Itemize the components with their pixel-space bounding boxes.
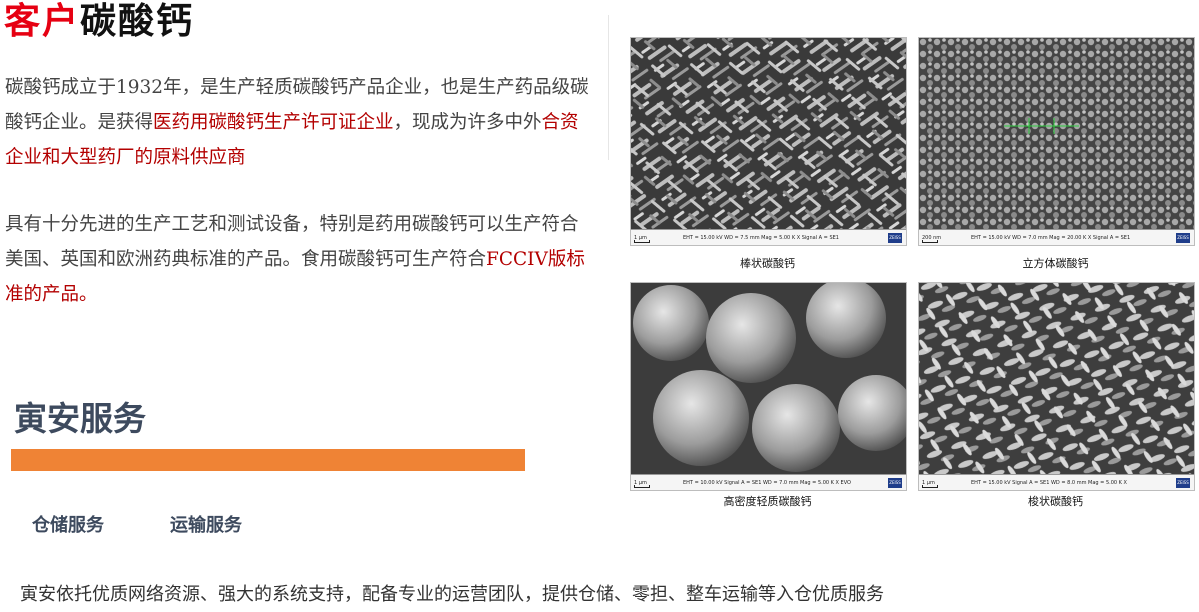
services-description: 寅安依托优质网络资源、强大的系统支持，配备专业的运营团队，提供仓储、零担、整车运…: [20, 584, 884, 605]
tab-warehousing[interactable]: 仓储服务: [32, 513, 104, 539]
intro-highlight: 医药用碳酸钙生产许可证企业: [153, 112, 394, 133]
zeiss-logo-icon: ZEISS: [1176, 233, 1190, 243]
sem-metadata: EHT = 15.00 kV WD = 7.5 mm Mag = 5.00 K …: [683, 235, 839, 241]
sem-info-bar: 1 μm EHT = 15.00 kV Signal A = SE1 WD = 8…: [919, 474, 1194, 490]
tab-transport[interactable]: 运输服务: [170, 513, 242, 539]
zeiss-logo-icon: ZEISS: [1176, 478, 1190, 488]
sem-metadata: EHT = 15.00 kV Signal A = SE1 WD = 8.0 m…: [971, 480, 1127, 486]
sem-metadata: EHT = 10.00 kV Signal A = SE1 WD = 7.0 m…: [683, 480, 851, 486]
caption-rod: 棒状碳酸钙: [740, 257, 795, 270]
services-accent-bar: [11, 449, 525, 471]
scale-label: 1 μm: [634, 230, 650, 245]
scale-label: 1 μm: [922, 475, 938, 490]
intro-text: 具有十分先进的生产工艺和测试设备，特别是: [5, 214, 376, 235]
intro-paragraph-2: 具有十分先进的生产工艺和测试设备，特别是药用碳酸钙可以生产符合美国、英国和欧洲药…: [5, 207, 590, 312]
intro-text: 药用碳酸钙: [375, 214, 468, 235]
caption-cubic: 立方体碳酸钙: [1022, 257, 1089, 270]
sem-info-bar: 1 μm EHT = 15.00 kV WD = 7.5 mm Mag = 5.0…: [631, 229, 906, 245]
micrograph-rod: 1 μm EHT = 15.00 kV WD = 7.5 mm Mag = 5.0…: [630, 37, 907, 246]
intro-paragraph-1: 碳酸钙成立于1932年，是生产轻质碳酸钙产品企业，也是生产药品级碳酸钙企业。是获…: [5, 70, 590, 175]
micrograph-cubic: 200 nm EHT = 15.00 kV WD = 7.0 mm Mag = 2…: [918, 37, 1195, 246]
sem-metadata: EHT = 15.00 kV WD = 7.0 mm Mag = 20.00 K…: [971, 235, 1131, 241]
sem-texture-aggregates: [631, 283, 906, 474]
sem-info-bar: 200 nm EHT = 15.00 kV WD = 7.0 mm Mag = 2…: [919, 229, 1194, 245]
column-divider: [608, 15, 609, 160]
zeiss-logo-icon: ZEISS: [888, 233, 902, 243]
scale-label: 1 μm: [634, 475, 650, 490]
caption-spindle: 梭状碳酸钙: [1028, 495, 1083, 508]
micrograph-spindle: 1 μm EHT = 15.00 kV Signal A = SE1 WD = 8…: [918, 282, 1195, 491]
scale-label: 200 nm: [922, 230, 941, 245]
page-title: 客户碳酸钙: [4, 0, 194, 44]
sem-texture-spindles: [919, 283, 1194, 474]
services-title: 寅安服务: [14, 399, 146, 438]
sem-info-bar: 1 μm EHT = 10.00 kV Signal A = SE1 WD = 7…: [631, 474, 906, 490]
intro-text: ，现成为许多中外: [393, 112, 542, 133]
sem-texture-rods: [631, 38, 906, 229]
title-red-part: 客户: [4, 1, 81, 42]
sem-texture-cubes: [919, 38, 1194, 229]
title-black-part: 碳酸钙: [80, 1, 195, 42]
zeiss-logo-icon: ZEISS: [888, 478, 902, 488]
caption-high-density: 高密度轻质碳酸钙: [723, 495, 812, 508]
micrograph-high-density: 1 μm EHT = 10.00 kV Signal A = SE1 WD = 7…: [630, 282, 907, 491]
